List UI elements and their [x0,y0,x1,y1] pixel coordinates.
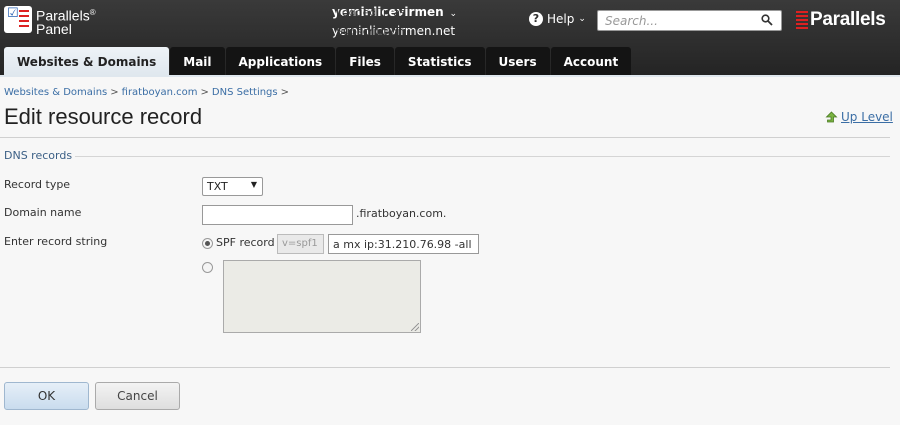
domain-suffix: .firatboyan.com. [356,207,447,220]
up-level-icon [825,110,838,122]
section-divider [75,156,890,157]
record-string-label: Enter record string [4,235,108,248]
tab-statistics[interactable]: Statistics [394,47,485,76]
panel-logo[interactable]: ☑ Parallels® Panel [4,6,96,36]
ok-button[interactable]: OK [4,382,89,410]
tab-files[interactable]: Files [336,47,394,76]
main-tabs: Websites & Domains Mail Applications Fil… [4,47,632,76]
panel-logo-text: Parallels® Panel [36,7,96,37]
parallels-brand: Parallels [796,9,886,31]
panel-logo-icon: ☑ [4,6,32,33]
divider [0,137,890,138]
help-label: Help [547,12,575,26]
record-type-select[interactable]: TXT ▼ [202,177,263,196]
parallels-logo-icon [796,11,808,29]
tab-underline [0,75,900,77]
cancel-button[interactable]: Cancel [95,382,180,410]
tab-users[interactable]: Users [485,47,550,76]
logged-in-label: Logged in as [336,6,406,19]
spf-record-radio[interactable] [202,238,213,249]
breadcrumb-separator: > [110,87,119,98]
help-icon: ? [529,12,543,26]
help-menu[interactable]: ? Help ⌄ [529,12,586,26]
search-box [597,10,782,31]
resize-handle-icon[interactable] [411,323,419,331]
domain-name-input[interactable] [202,205,353,225]
breadcrumb-separator: > [280,87,290,98]
breadcrumb-dns-settings[interactable]: DNS Settings [212,87,278,98]
subscription-label: Subscription [336,25,405,38]
custom-record-textarea[interactable] [223,260,421,333]
dropdown-arrow-icon: ▼ [250,180,257,189]
brand-text: Parallels [810,9,886,30]
tab-applications[interactable]: Applications [225,47,336,76]
account-info: Logged in as yeminlicevirmen ⌄ Subscript… [332,4,457,40]
up-level-label[interactable]: Up Level [841,110,893,124]
search-icon[interactable] [761,14,773,26]
spf-record-label: SPF record [216,236,275,249]
breadcrumb-domain[interactable]: firatboyan.com [122,87,198,98]
record-type-label: Record type [4,178,71,191]
search-input[interactable] [598,11,748,30]
chevron-down-icon: ⌄ [578,14,586,24]
top-bar: ☑ Parallels® Panel Logged in as yeminlic… [0,0,900,76]
breadcrumb-separator: > [200,87,209,98]
spf-prefix-field: v=spf1 [277,234,324,254]
up-level-link[interactable]: Up Level [825,110,893,124]
breadcrumb-websites-domains[interactable]: Websites & Domains [4,87,107,98]
record-type-value: TXT [207,180,228,193]
page-title: Edit resource record [4,104,203,129]
section-title: DNS records [4,149,73,162]
chevron-down-icon[interactable]: ⌄ [449,9,457,19]
spf-value-input[interactable]: a mx ip:31.210.76.98 -all [328,234,479,254]
tab-mail[interactable]: Mail [170,47,225,76]
tab-websites-domains[interactable]: Websites & Domains [4,47,170,76]
tab-account[interactable]: Account [550,47,632,76]
domain-name-label: Domain name [4,206,82,219]
custom-record-radio[interactable] [202,262,213,273]
breadcrumb: Websites & Domains > firatboyan.com > DNS Se… [4,87,292,98]
divider [0,367,890,368]
